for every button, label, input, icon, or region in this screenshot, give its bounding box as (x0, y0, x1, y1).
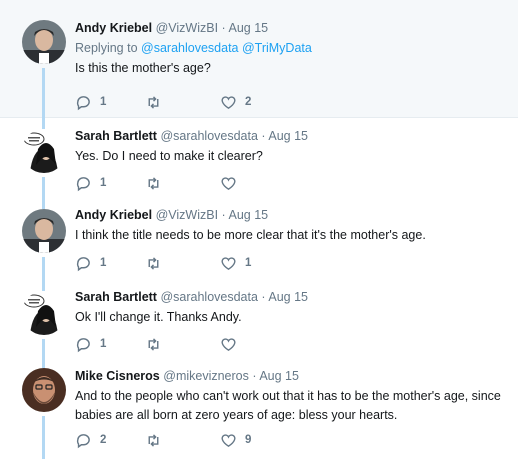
tweet-header: Sarah Bartlett @sarahlovesdata · Aug 15 (75, 128, 510, 144)
tweet-text: I think the title needs to be more clear… (75, 228, 426, 242)
thread-line (42, 339, 45, 364)
user-handle[interactable]: @VizWizBI (156, 21, 218, 35)
woman-speech-bubble-avatar-icon (22, 291, 66, 335)
retweet-icon (148, 256, 159, 270)
like-button[interactable] (220, 335, 245, 353)
thread-line (42, 282, 45, 291)
user-handle[interactable]: @sarahlovesdata (160, 290, 257, 304)
thread-line (42, 118, 45, 129)
reply-icon (76, 337, 90, 352)
avatar[interactable] (22, 20, 66, 64)
tweet-text: Ok I'll change it. Thanks Andy. (75, 310, 242, 324)
heart-icon (221, 256, 236, 270)
like-button[interactable]: 1 (220, 254, 251, 272)
tweet-header: Mike Cisneros @mikevizneros · Aug 15 (75, 368, 510, 384)
avatar[interactable] (22, 209, 66, 253)
like-count: 2 (245, 96, 252, 108)
replying-to-label: Replying to (75, 41, 138, 55)
retweet-icon (148, 433, 159, 447)
reply-button[interactable]: 1 (75, 254, 106, 272)
display-name[interactable]: Andy Kriebel (75, 21, 152, 35)
man-portrait-avatar-icon (22, 20, 66, 64)
retweet-icon (148, 337, 159, 351)
display-name[interactable]: Mike Cisneros (75, 369, 160, 383)
tweet-text: Yes. Do I need to make it clearer? (75, 149, 263, 163)
man-portrait-avatar-icon (22, 209, 66, 253)
tweet-header: Sarah Bartlett @sarahlovesdata · Aug 15 (75, 289, 510, 305)
tweet-header: Andy Kriebel @VizWizBI · Aug 15 (75, 20, 510, 36)
tweet-date[interactable]: Aug 15 (259, 369, 299, 383)
reply-count: 1 (100, 338, 107, 350)
thread-line (42, 68, 45, 118)
heart-icon (221, 176, 236, 190)
separator: · (261, 290, 266, 304)
thread-line (42, 177, 45, 200)
reply-button[interactable]: 1 (75, 93, 106, 111)
tweet-date[interactable]: Aug 15 (268, 290, 308, 304)
heart-icon (221, 337, 236, 351)
avatar[interactable] (22, 129, 66, 173)
reply-count: 1 (100, 257, 107, 269)
display-name[interactable]: Sarah Bartlett (75, 290, 157, 304)
tweet[interactable]: Sarah Bartlett @sarahlovesdata · Aug 15 … (0, 118, 518, 200)
reply-count: 2 (100, 434, 107, 446)
heart-icon (221, 95, 236, 109)
avatar[interactable] (22, 291, 66, 335)
retweet-icon (148, 176, 159, 190)
tweet-date[interactable]: Aug 15 (229, 208, 269, 222)
bearded-man-avatar-icon (22, 368, 66, 412)
user-handle[interactable]: @mikevizneros (163, 369, 249, 383)
retweet-button[interactable] (145, 93, 170, 111)
display-name[interactable]: Sarah Bartlett (75, 129, 157, 143)
woman-speech-bubble-avatar-icon (22, 129, 66, 173)
like-button[interactable] (220, 174, 245, 192)
user-handle[interactable]: @sarahlovesdata (160, 129, 257, 143)
separator: · (252, 369, 257, 383)
like-button[interactable]: 2 (220, 93, 251, 111)
avatar[interactable] (22, 368, 66, 412)
like-button[interactable]: 9 (220, 431, 251, 449)
tweet[interactable]: Andy Kriebel @VizWizBI · Aug 15 Replying… (0, 0, 518, 118)
tweet-text: Is this the mother's age? (75, 61, 211, 75)
retweet-button[interactable] (145, 335, 170, 353)
thread-line (42, 200, 45, 209)
separator: · (221, 21, 226, 35)
tweet-header: Andy Kriebel @VizWizBI · Aug 15 (75, 207, 510, 223)
like-count: 1 (245, 257, 252, 269)
tweet-date[interactable]: Aug 15 (268, 129, 308, 143)
replying-to: Replying to @sarahlovesdata @TriMyData (75, 40, 510, 56)
reply-button[interactable]: 1 (75, 174, 106, 192)
reply-count: 1 (100, 96, 107, 108)
reply-icon (76, 95, 90, 110)
tweet[interactable]: Mike Cisneros @mikevizneros · Aug 15 And… (0, 364, 518, 459)
reply-button[interactable]: 1 (75, 335, 106, 353)
reply-count: 1 (100, 177, 107, 189)
reply-icon (76, 433, 90, 448)
retweet-button[interactable] (145, 431, 170, 449)
conversation-thread: Andy Kriebel @VizWizBI · Aug 15 Replying… (0, 0, 518, 459)
retweet-button[interactable] (145, 254, 170, 272)
tweet-date[interactable]: Aug 15 (229, 21, 269, 35)
retweet-icon (148, 95, 159, 109)
reply-mentions-link[interactable]: @sarahlovesdata @TriMyData (141, 41, 312, 55)
reply-icon (76, 176, 90, 191)
heart-icon (221, 433, 236, 447)
separator: · (221, 208, 226, 222)
thread-line (42, 416, 45, 459)
retweet-button[interactable] (145, 174, 170, 192)
tweet[interactable]: Sarah Bartlett @sarahlovesdata · Aug 15 … (0, 282, 518, 364)
reply-button[interactable]: 2 (75, 431, 106, 449)
like-count: 9 (245, 434, 252, 446)
display-name[interactable]: Andy Kriebel (75, 208, 152, 222)
reply-icon (76, 256, 90, 271)
user-handle[interactable]: @VizWizBI (156, 208, 218, 222)
thread-line (42, 257, 45, 282)
tweet[interactable]: Andy Kriebel @VizWizBI · Aug 15 I think … (0, 200, 518, 282)
tweet-text: And to the people who can't work out tha… (75, 389, 501, 422)
separator: · (261, 129, 266, 143)
